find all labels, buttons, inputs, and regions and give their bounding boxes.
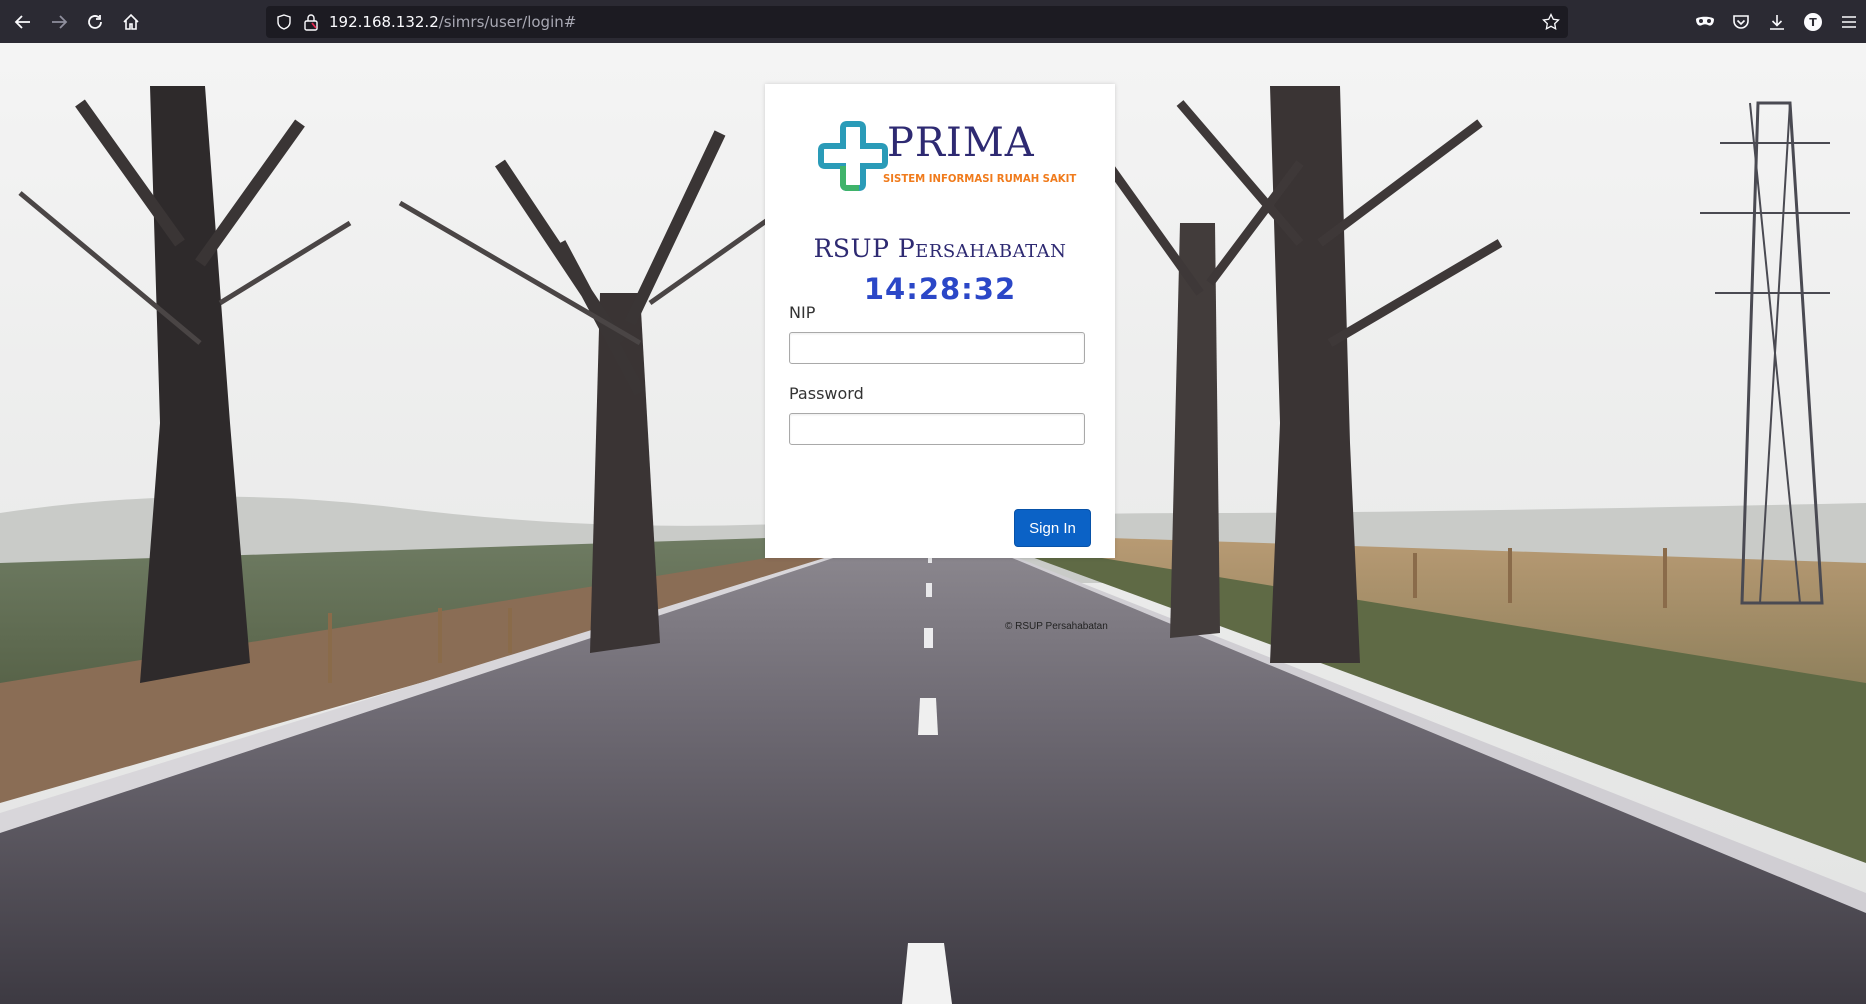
password-label: Password — [789, 384, 864, 403]
browser-toolbar: 192.168.132.2/simrs/user/login# T — [0, 0, 1866, 44]
logo-title: PRIMA — [887, 120, 1035, 166]
private-browsing-indicator[interactable] — [1690, 7, 1720, 37]
back-arrow-icon — [14, 15, 30, 29]
pocket-icon — [1733, 15, 1749, 29]
login-panel: PRIMA SISTEM INFORMASI RUMAH SAKIT RSUP … — [765, 84, 1115, 558]
sign-in-button[interactable]: Sign In — [1014, 509, 1091, 547]
lock-icon[interactable] — [303, 13, 319, 31]
clock: 14:28:32 — [863, 272, 1017, 306]
address-bar[interactable]: 192.168.132.2/simrs/user/login# — [266, 6, 1568, 38]
hospital-name: RSUP Persahabatan — [813, 234, 1067, 263]
url-host: 192.168.132.2 — [329, 13, 439, 31]
pocket-button[interactable] — [1726, 7, 1756, 37]
hamburger-menu-icon — [1842, 16, 1856, 28]
home-button[interactable] — [116, 7, 146, 37]
downloads-button[interactable] — [1762, 7, 1792, 37]
shield-icon[interactable] — [276, 14, 292, 30]
password-input[interactable] — [789, 413, 1085, 445]
url-text[interactable]: 192.168.132.2/simrs/user/login# — [329, 13, 576, 31]
url-path: /simrs/user/login# — [438, 13, 577, 31]
download-icon — [1770, 15, 1784, 30]
forward-button[interactable] — [44, 7, 74, 37]
forward-arrow-icon — [52, 15, 68, 29]
mask-icon — [1696, 16, 1714, 26]
logo-subtitle: SISTEM INFORMASI RUMAH SAKIT — [883, 172, 1077, 185]
nip-label: NIP — [789, 303, 816, 322]
reload-icon — [88, 15, 102, 29]
home-icon — [123, 13, 139, 30]
account-button[interactable]: T — [1798, 7, 1828, 37]
star-icon[interactable] — [1542, 13, 1560, 31]
back-button[interactable] — [8, 7, 38, 37]
medical-cross-logo-icon — [818, 121, 888, 191]
prima-logo: PRIMA SISTEM INFORMASI RUMAH SAKIT — [815, 120, 1076, 212]
page-viewport: PRIMA SISTEM INFORMASI RUMAH SAKIT RSUP … — [0, 43, 1866, 1004]
reload-button[interactable] — [80, 7, 110, 37]
copyright-text: © RSUP Persahabatan — [1005, 621, 1108, 632]
app-menu-button[interactable] — [1834, 7, 1864, 37]
avatar: T — [1804, 13, 1822, 31]
nip-input[interactable] — [789, 332, 1085, 364]
